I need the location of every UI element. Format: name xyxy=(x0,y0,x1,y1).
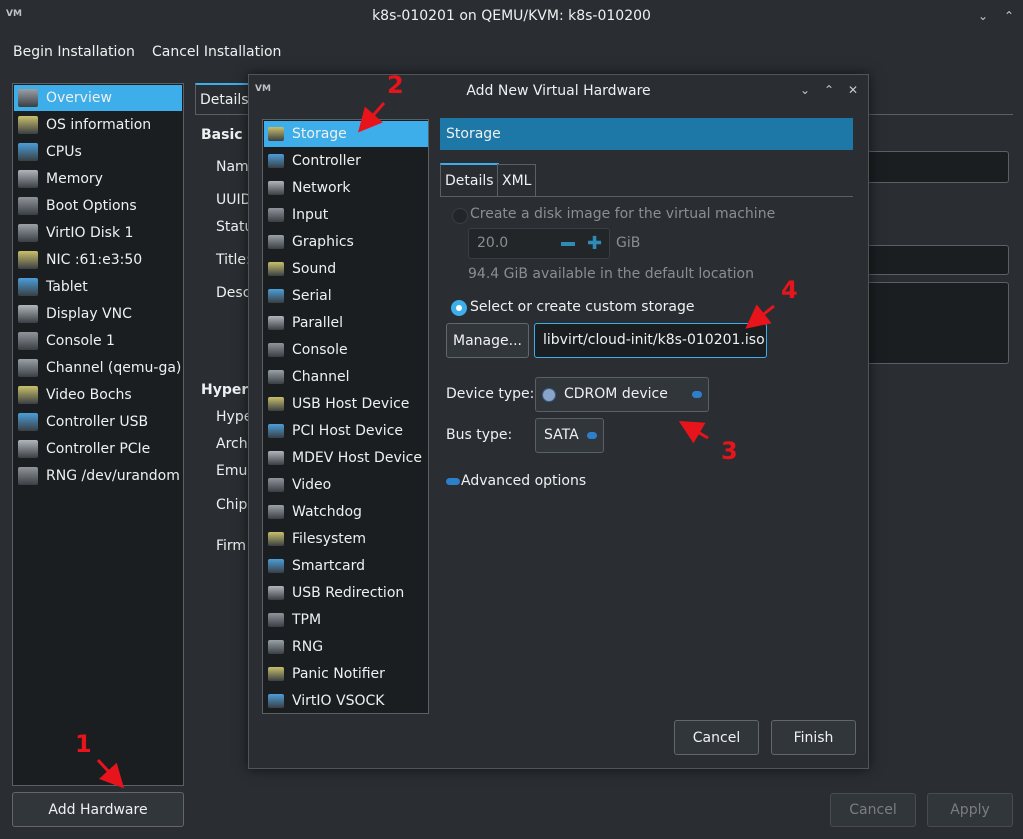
annotation-marker-2: 2 xyxy=(387,71,404,99)
arrow-4 xyxy=(745,304,775,329)
annotation-arrows xyxy=(96,102,775,789)
arrow-3 xyxy=(678,420,709,444)
arrow-1 xyxy=(96,758,125,789)
annotation-marker-1: 1 xyxy=(75,730,92,758)
annotation-marker-4: 4 xyxy=(781,276,798,304)
annotation-marker-3: 3 xyxy=(721,437,738,465)
arrow-2 xyxy=(358,102,386,133)
